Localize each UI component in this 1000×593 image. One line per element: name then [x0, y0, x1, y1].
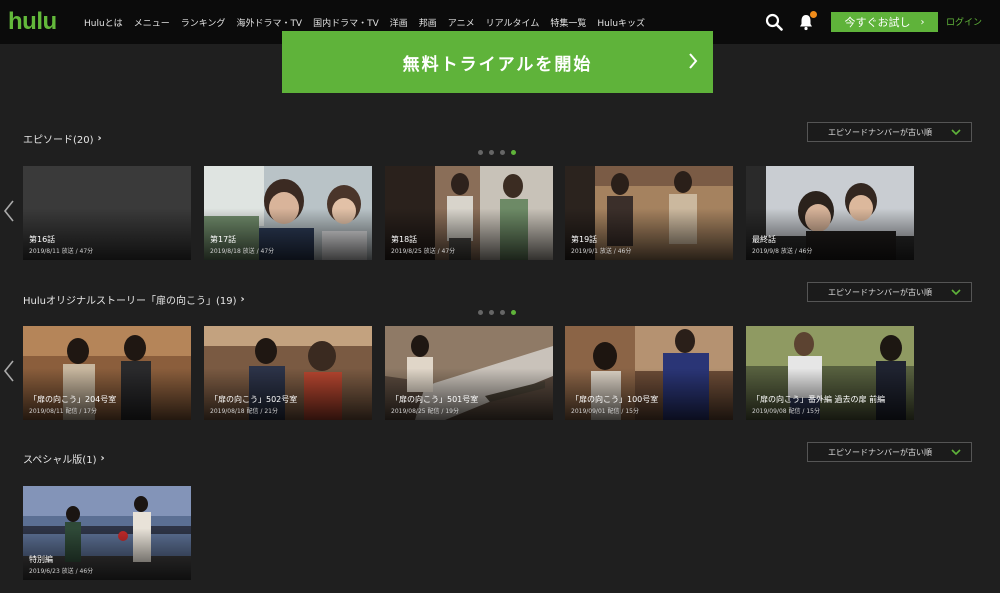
- episode-title: 「扉の向こう」502号室: [210, 395, 298, 404]
- episode-card[interactable]: 特別編 2019/6/23 放送 / 46分: [23, 486, 191, 580]
- episode-title: 「扉の向こう」番外編 過去の扉 前編: [752, 395, 886, 404]
- nav-item-ranking[interactable]: ランキング: [181, 16, 226, 29]
- pager-dot-active[interactable]: [511, 310, 516, 315]
- chevron-left-icon[interactable]: [2, 359, 16, 383]
- section-title-text: エピソード(20): [23, 135, 94, 146]
- search-icon[interactable]: [763, 11, 785, 33]
- nav-item-domestic-drama[interactable]: 国内ドラマ・TV: [313, 16, 379, 29]
- episode-card[interactable]: 最終話 2019/9/8 放送 / 46分: [746, 166, 914, 260]
- pager-dot[interactable]: [500, 150, 505, 155]
- episode-title: 第18話: [391, 235, 418, 244]
- episode-meta: 2019/6/23 放送 / 46分: [29, 568, 94, 575]
- try-now-button[interactable]: 今すぐお試し ›: [831, 12, 938, 32]
- start-free-trial-button[interactable]: 無料トライアルを開始: [282, 31, 713, 93]
- chevron-down-icon: [951, 129, 961, 136]
- episode-meta: 2019/8/11 放送 / 47分: [29, 248, 94, 255]
- episode-title: 最終話: [752, 235, 776, 244]
- episode-card[interactable]: 第17話 2019/8/18 放送 / 47分: [204, 166, 372, 260]
- bell-icon[interactable]: [795, 11, 817, 33]
- episode-card[interactable]: 「扉の向こう」502号室 2019/08/18 配信 / 21分: [204, 326, 372, 420]
- section-title-text: Huluオリジナルストーリー「扉の向こう」(19): [23, 296, 237, 307]
- try-now-label: 今すぐお試し: [844, 16, 911, 29]
- nav-item-kids[interactable]: Huluキッズ: [597, 16, 645, 29]
- episode-meta: 2019/8/25 放送 / 47分: [391, 248, 456, 255]
- chevron-right-icon: ›: [97, 133, 102, 144]
- episode-card[interactable]: 「扉の向こう」501号室 2019/08/25 配信 / 19分: [385, 326, 553, 420]
- pager-dot[interactable]: [478, 310, 483, 315]
- nav-item-western-movies[interactable]: 洋画: [390, 16, 408, 29]
- pager-dot[interactable]: [500, 310, 505, 315]
- episode-title: 「扉の向こう」100号室: [571, 395, 659, 404]
- episode-meta: 2019/08/25 配信 / 19分: [391, 408, 459, 415]
- episode-meta: 2019/8/18 放送 / 47分: [210, 248, 275, 255]
- sort-label: エピソードナンバーが古い順: [828, 287, 932, 297]
- sort-label: エピソードナンバーが古い順: [828, 127, 932, 137]
- start-free-trial-label: 無料トライアルを開始: [402, 54, 593, 75]
- episode-card[interactable]: 第19話 2019/9/1 放送 / 46分: [565, 166, 733, 260]
- episode-meta: 2019/9/1 放送 / 46分: [571, 248, 632, 255]
- special-sort-select[interactable]: エピソードナンバーが古い順: [807, 442, 972, 462]
- episode-meta: 2019/09/01 配信 / 15分: [571, 408, 639, 415]
- pager-dot[interactable]: [478, 150, 483, 155]
- episode-title: 「扉の向こう」501号室: [391, 395, 479, 404]
- chevron-right-icon: [689, 53, 698, 69]
- nav-item-features[interactable]: 特集一覧: [550, 16, 586, 29]
- episode-title: 第19話: [571, 235, 598, 244]
- episode-card[interactable]: 第16話 2019/8/11 放送 / 47分: [23, 166, 191, 260]
- episode-card[interactable]: 「扉の向こう」204号室 2019/08/11 配信 / 17分: [23, 326, 191, 420]
- chevron-right-icon: ›: [920, 16, 925, 28]
- episodes-pager: [478, 150, 522, 155]
- section-special-title[interactable]: スペシャル版(1) ›: [23, 451, 105, 466]
- section-episodes-title[interactable]: エピソード(20) ›: [23, 131, 102, 146]
- pager-dot[interactable]: [489, 150, 494, 155]
- nav-item-japanese-movies[interactable]: 邦画: [419, 16, 437, 29]
- section-original-story-title[interactable]: Huluオリジナルストーリー「扉の向こう」(19) ›: [23, 292, 245, 307]
- sort-label: エピソードナンバーが古い順: [828, 447, 932, 457]
- chevron-down-icon: [951, 449, 961, 456]
- episode-card[interactable]: 「扉の向こう」100号室 2019/09/01 配信 / 15分: [565, 326, 733, 420]
- chevron-left-icon[interactable]: [2, 199, 16, 223]
- episode-meta: 2019/08/11 配信 / 17分: [29, 408, 97, 415]
- chevron-right-icon: ›: [100, 453, 105, 464]
- episode-title: 「扉の向こう」204号室: [29, 395, 117, 404]
- episode-meta: 2019/09/08 配信 / 15分: [752, 408, 820, 415]
- episodes-sort-select[interactable]: エピソードナンバーが古い順: [807, 122, 972, 142]
- pager-dot-active[interactable]: [511, 150, 516, 155]
- nav-item-about[interactable]: Huluとは: [84, 16, 123, 29]
- episode-title: 特別編: [29, 555, 53, 564]
- pager-dot[interactable]: [489, 310, 494, 315]
- nav-item-menu[interactable]: メニュー: [134, 16, 170, 29]
- nav-item-realtime[interactable]: リアルタイム: [486, 16, 540, 29]
- chevron-right-icon: ›: [240, 294, 245, 305]
- episode-title: 第17話: [210, 235, 237, 244]
- nav-item-anime[interactable]: アニメ: [448, 16, 475, 29]
- episode-card[interactable]: 「扉の向こう」番外編 過去の扉 前編 2019/09/08 配信 / 15分: [746, 326, 914, 420]
- original-story-pager: [478, 310, 522, 315]
- episode-meta: 2019/08/18 配信 / 21分: [210, 408, 278, 415]
- hulu-logo[interactable]: hulu: [8, 8, 57, 36]
- episode-card[interactable]: 第18話 2019/8/25 放送 / 47分: [385, 166, 553, 260]
- chevron-down-icon: [951, 289, 961, 296]
- episode-meta: 2019/9/8 放送 / 46分: [752, 248, 813, 255]
- notification-badge: [810, 11, 817, 18]
- login-link[interactable]: ログイン: [946, 15, 982, 28]
- episode-title: 第16話: [29, 235, 56, 244]
- original-story-sort-select[interactable]: エピソードナンバーが古い順: [807, 282, 972, 302]
- section-title-text: スペシャル版(1): [23, 455, 97, 466]
- nav-item-overseas-drama[interactable]: 海外ドラマ・TV: [236, 16, 302, 29]
